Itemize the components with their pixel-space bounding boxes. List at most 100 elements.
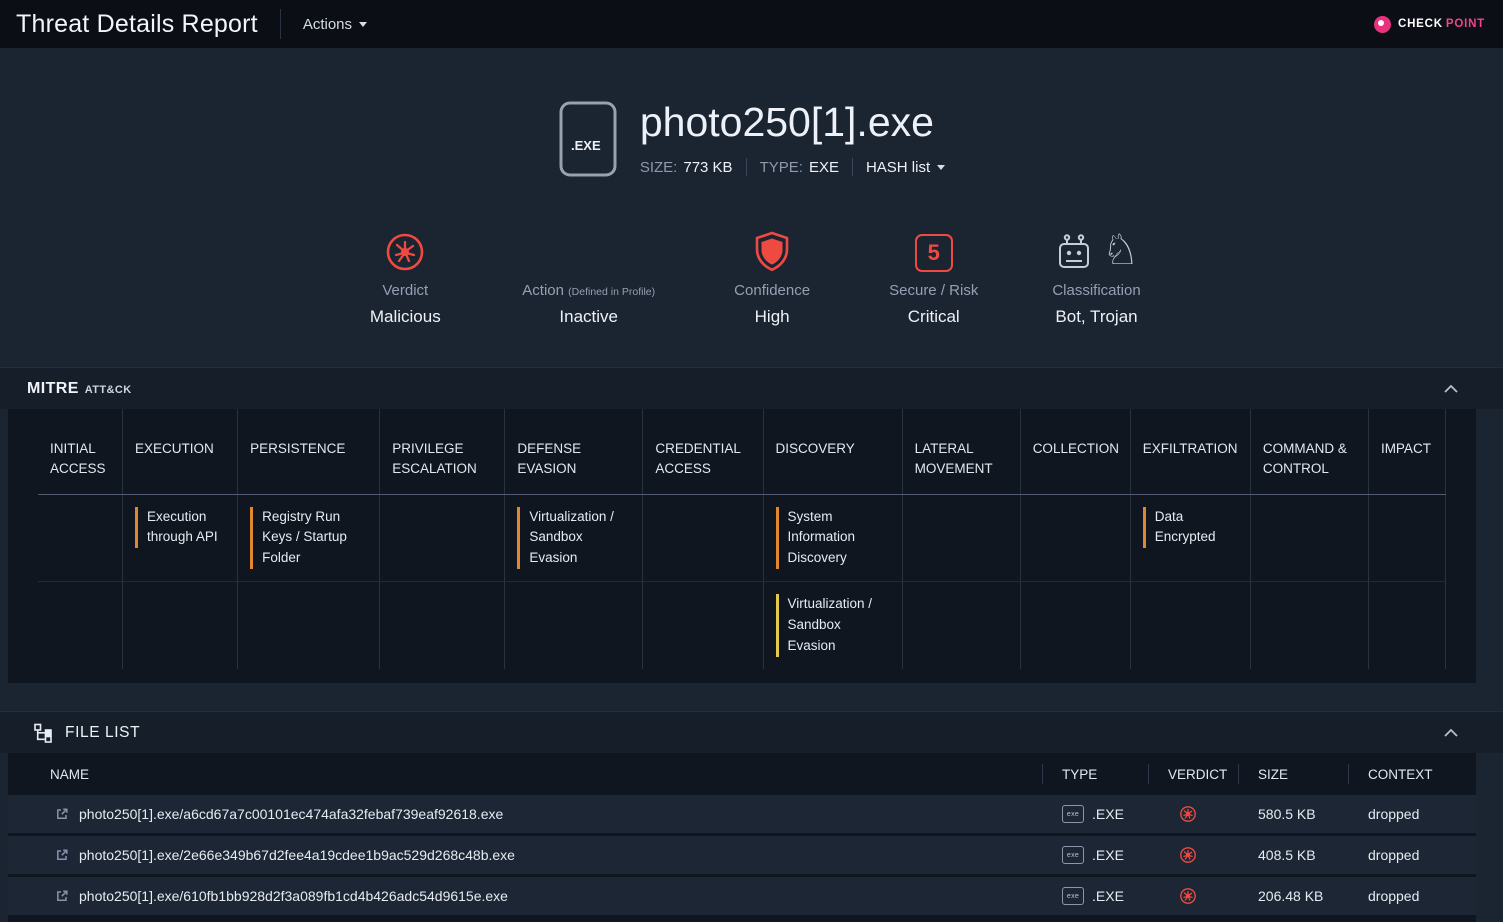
mitre-collapse-button[interactable] [1443,384,1459,394]
risk-badge-number: 5 [928,240,940,266]
file-list-title: FILE LIST [65,724,140,742]
mitre-column-header: IMPACT [1369,409,1446,494]
column-header-verdict: VERDICT [1156,753,1246,795]
file-type-text: .EXE [1092,847,1124,863]
file-path-text: photo250[1].exe/a6cd67a7c00101ec474afa32… [79,806,503,822]
brand-point: POINT [1446,18,1485,30]
exe-type-icon: exe [1062,887,1084,905]
risk-label: Secure / Risk [889,282,978,299]
mitre-column-header: CREDENTIAL ACCESS [643,409,763,494]
page-title: Threat Details Report [16,10,258,39]
malicious-verdict-icon [1179,846,1197,864]
type-label: TYPE: [760,159,803,176]
file-type-text: .EXE [1092,806,1124,822]
file-table: NAME TYPE VERDICT SIZE CONTEXT photo250[… [8,753,1476,922]
hash-list-dropdown[interactable]: HASH list [866,159,945,176]
column-header-size: SIZE [1246,753,1356,795]
file-name-link[interactable]: photo250[1].exe/2e66e349b67d2fee4a19cdee… [8,847,1050,863]
confidence-indicator: Confidence High [729,224,815,327]
column-header-name: NAME [8,753,1050,795]
actions-label: Actions [303,16,352,33]
table-row[interactable]: photo250[1].exe/610fb1bb928d2f3a089fb1cd… [8,877,1476,915]
chevron-down-icon [359,22,367,27]
file-table-header: NAME TYPE VERDICT SIZE CONTEXT [8,753,1476,795]
verdict-label: Verdict [382,282,428,299]
column-header-context: CONTEXT [1356,753,1476,795]
mitre-column-header: COLLECTION [1021,409,1131,494]
verdict-value: Malicious [370,307,441,327]
mitre-column-header: DISCOVERY [764,409,903,494]
external-link-icon [55,848,69,862]
type-value: EXE [809,159,839,176]
mitre-row-2: Virtualization / Sandbox Evasion [38,581,1446,669]
table-row[interactable]: photo250[1].exe/a6cd67a7c00101ec474afa32… [8,795,1476,833]
classification-label: Classification [1052,282,1140,299]
file-summary-section: .EXE photo250[1].exe SIZE: 773 KB TYPE: … [0,48,1503,327]
file-tree-icon [33,723,53,743]
external-link-icon [55,889,69,903]
mitre-column-header: PRIVILEGE ESCALATION [380,409,505,494]
confidence-label: Confidence [734,282,810,299]
mitre-header-row: INITIAL ACCESS EXECUTION PERSISTENCE PRI… [38,409,1446,495]
mitre-section-header[interactable]: MITRE ATT&CK [0,367,1503,409]
meta-divider [852,158,853,176]
file-name: photo250[1].exe [640,100,945,145]
technique-cell: Virtualization / Sandbox Evasion [517,507,632,570]
file-context-cell: dropped [1356,806,1476,822]
mitre-row-1: Execution through API Registry Run Keys … [38,495,1446,582]
meta-divider [746,158,747,176]
chevron-up-icon [1443,384,1459,394]
file-list-title-group: FILE LIST [33,723,140,743]
robot-icon [1054,232,1094,272]
malware-icon [385,232,425,272]
mitre-title: MITRE [27,380,79,398]
file-verdict-cell [1156,887,1246,905]
verdict-indicator: Verdict Malicious [362,224,448,327]
action-indicator: Action (Defined in Profile) Inactive [522,224,655,327]
column-header-type: TYPE [1050,753,1156,795]
file-path-text: photo250[1].exe/610fb1bb928d2f3a089fb1cd… [79,888,508,904]
checkpoint-logo-text: CHECKPOINT [1398,18,1485,30]
shield-icon [754,231,790,272]
file-list-section-header[interactable]: FILE LIST [0,711,1503,753]
action-value: Inactive [559,307,618,327]
file-size-cell: 206.48 KB [1246,888,1356,904]
table-row[interactable]: photo250[1].exe/2e66e349b67d2fee4a19cdee… [8,836,1476,874]
actions-menu-button[interactable]: Actions [303,16,367,33]
technique-cell: Data Encrypted [1143,507,1240,549]
trojan-horse-icon: ♘ [1102,228,1140,272]
exe-file-icon: .EXE [558,100,618,178]
file-type-cell: exe .EXE [1050,846,1156,864]
topbar-divider [280,9,281,39]
technique-cell: System Information Discovery [776,507,892,570]
file-verdict-cell [1156,846,1246,864]
technique-cell: Execution through API [135,507,227,549]
risk-value: Critical [908,307,960,327]
file-header: .EXE photo250[1].exe SIZE: 773 KB TYPE: … [558,100,945,178]
file-type-text: .EXE [1092,888,1124,904]
mitre-column-header: LATERAL MOVEMENT [903,409,1021,494]
file-name-link[interactable]: photo250[1].exe/a6cd67a7c00101ec474afa32… [8,806,1050,822]
checkpoint-logo: CHECKPOINT [1374,16,1485,33]
size-label: SIZE: [640,159,678,176]
risk-indicator: 5 Secure / Risk Critical [889,224,978,327]
file-list-collapse-button[interactable] [1443,728,1459,738]
external-link-icon [55,807,69,821]
file-context-cell: dropped [1356,888,1476,904]
file-type-cell: exe .EXE [1050,887,1156,905]
mitre-subtitle: ATT&CK [85,384,132,396]
file-type-cell: exe .EXE [1050,805,1156,823]
classification-value: Bot, Trojan [1055,307,1137,327]
file-name-link[interactable]: photo250[1].exe/610fb1bb928d2f3a089fb1cd… [8,888,1050,904]
exe-file-icon-label: .EXE [571,138,601,153]
exe-type-icon: exe [1062,846,1084,864]
mitre-column-header: EXECUTION [123,409,238,494]
technique-cell: Virtualization / Sandbox Evasion [776,594,892,657]
mitre-column-header: PERSISTENCE [238,409,380,494]
verdict-indicators: Verdict Malicious Action (Defined in Pro… [362,224,1140,327]
file-size-cell: 408.5 KB [1246,847,1356,863]
mitre-column-header: COMMAND & CONTROL [1251,409,1369,494]
classification-indicator: ♘ Classification Bot, Trojan [1052,224,1140,327]
exe-type-icon: exe [1062,805,1084,823]
action-label-text: Action [522,282,564,299]
